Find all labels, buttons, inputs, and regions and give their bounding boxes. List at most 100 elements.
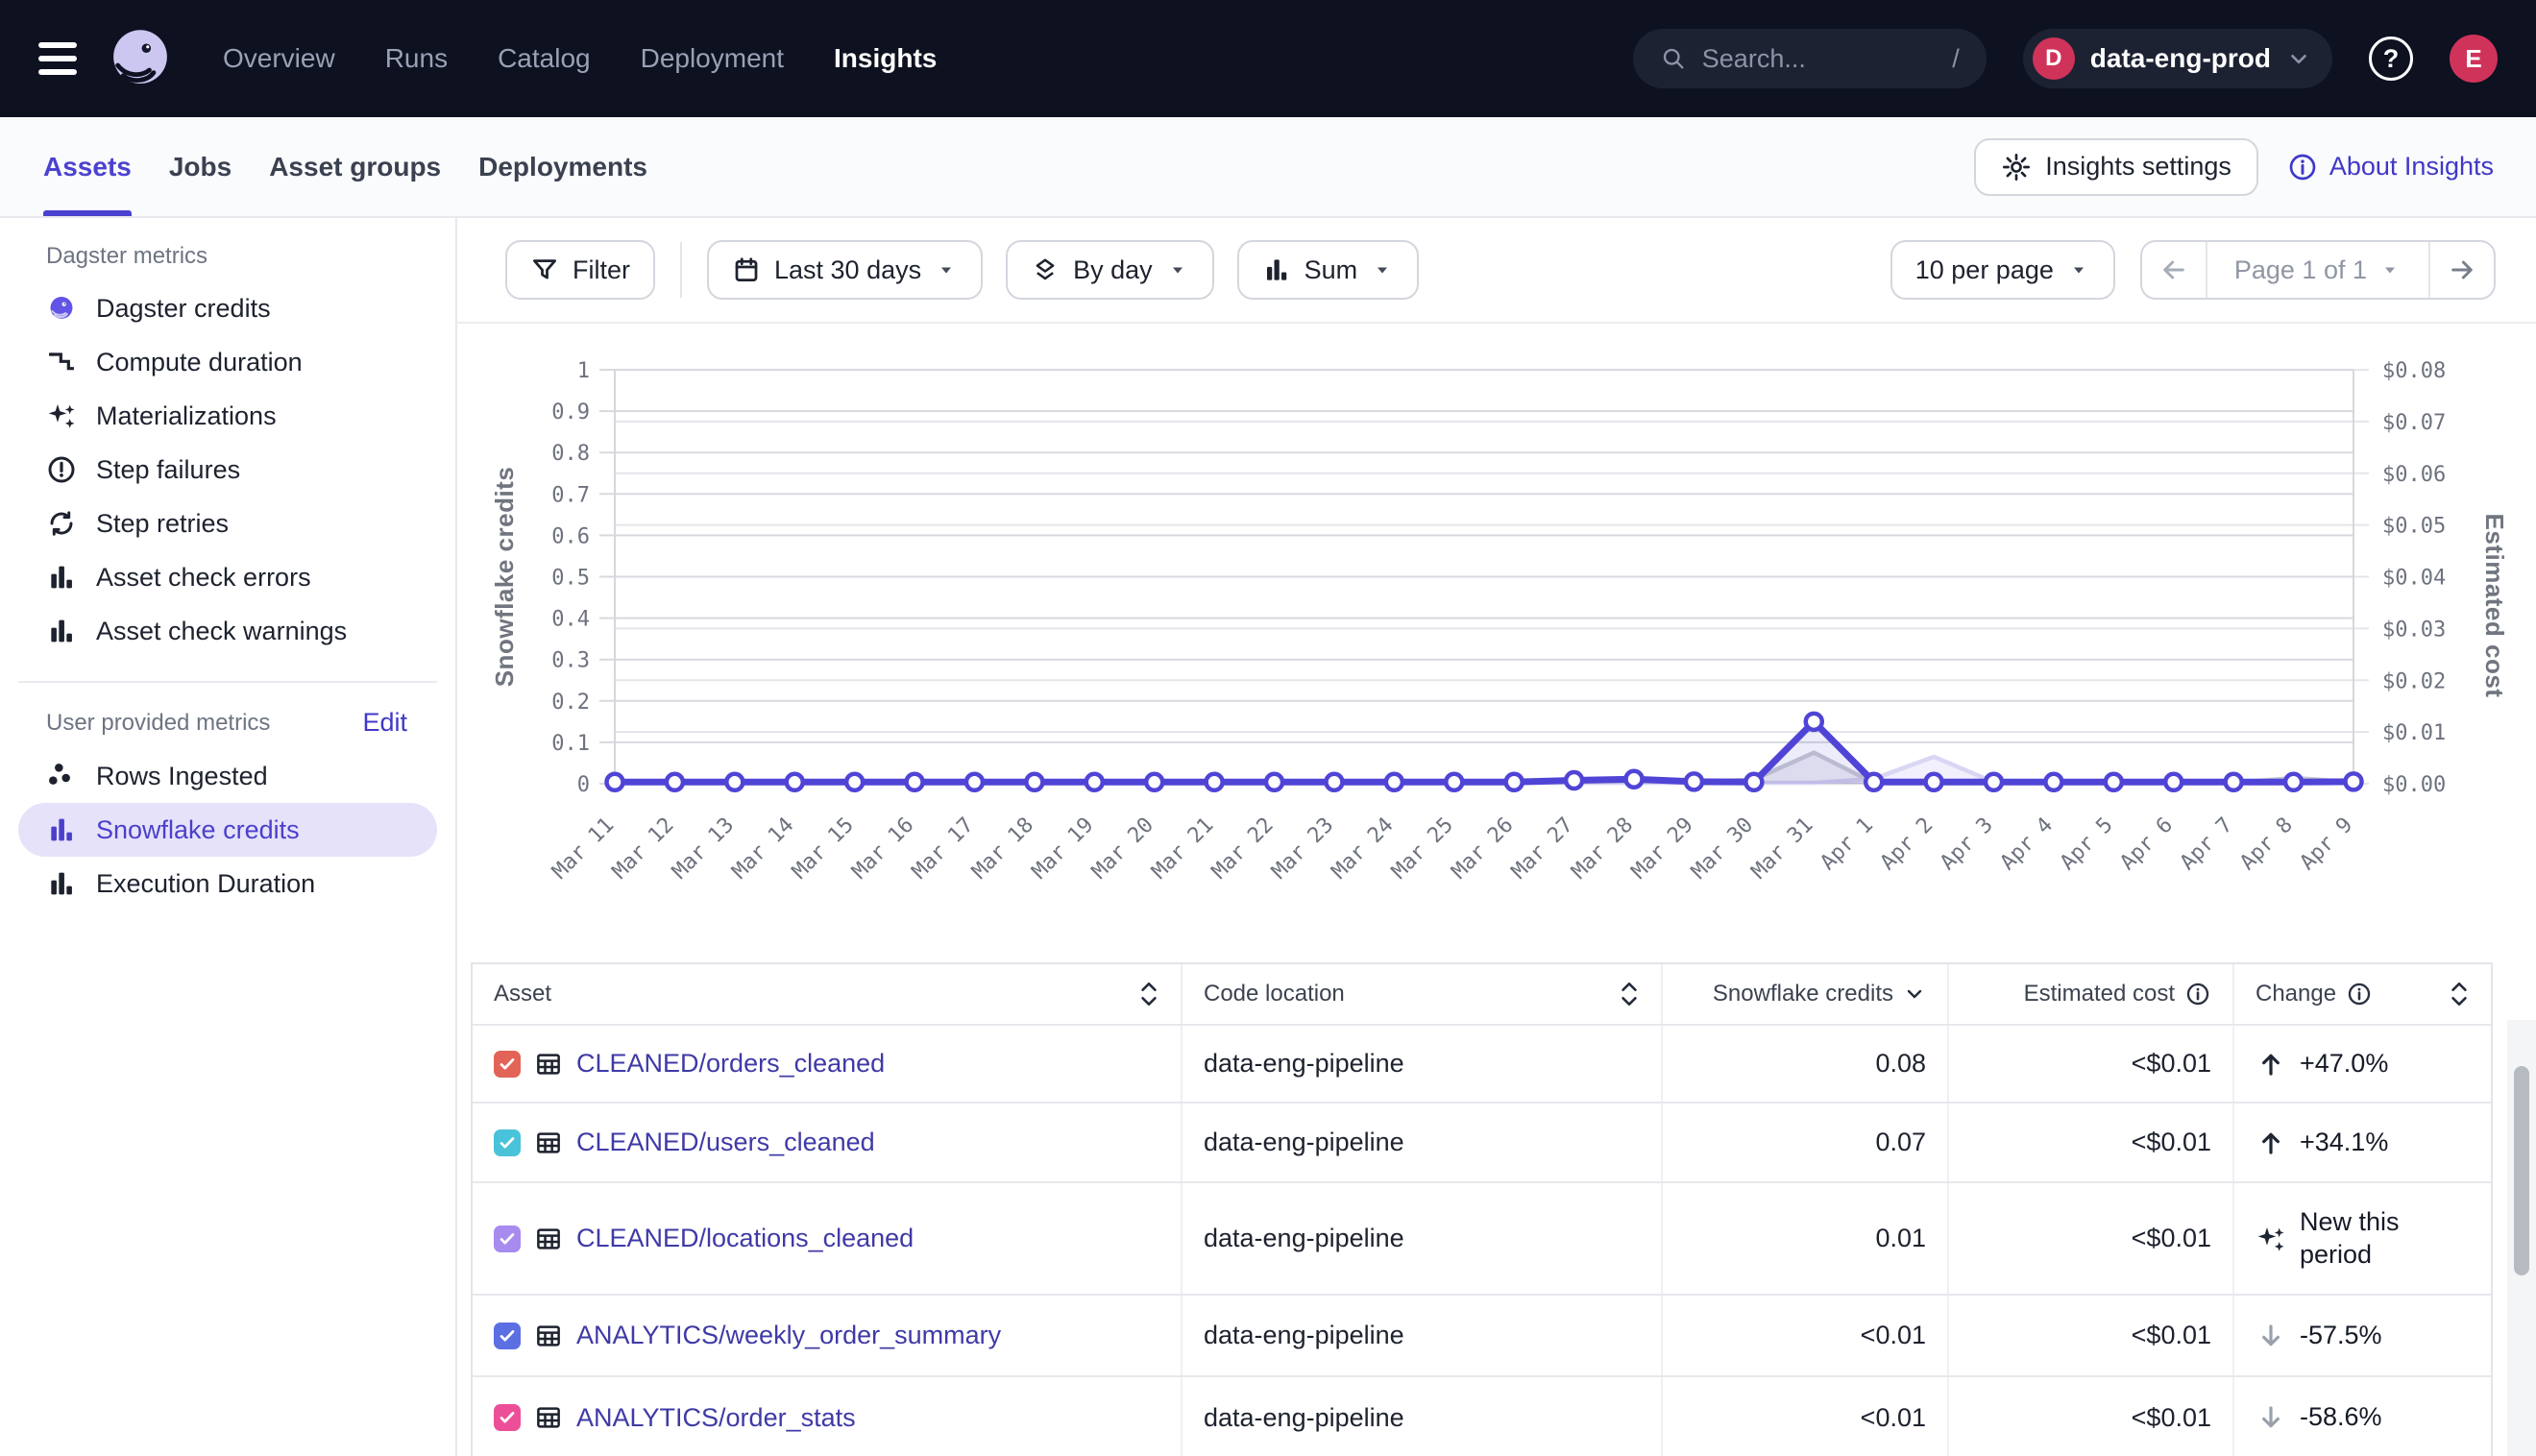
arrow-right-icon [2447, 255, 2477, 285]
sidebar-item-materializations[interactable]: Materializations [0, 389, 455, 443]
per-page-button[interactable]: 10 per page [1890, 240, 2115, 300]
about-insights-link[interactable]: About Insights [2287, 152, 2494, 182]
series-marker [1926, 774, 1942, 790]
table-row: CLEANED/locations_cleaneddata-eng-pipeli… [473, 1181, 2491, 1294]
nav-link-runs[interactable]: Runs [385, 43, 448, 74]
info-icon [2346, 981, 2373, 1007]
tab-label: Jobs [169, 152, 232, 182]
previous-page-button[interactable] [2142, 242, 2206, 298]
series-checkbox[interactable] [494, 1323, 521, 1349]
tabbar-right: Insights settings About Insights [1974, 138, 2494, 196]
sidebar-item-asset-check-warnings[interactable]: Asset check warnings [0, 604, 455, 658]
series-marker [1386, 774, 1402, 790]
snowflake-credits-cell: <0.01 [1663, 1296, 1949, 1375]
vertical-scrollbar[interactable] [2507, 1020, 2536, 1456]
tab-asset-groups[interactable]: Asset groups [269, 117, 441, 216]
series-marker [1986, 774, 2002, 790]
sidebar-item-rows-ingested[interactable]: Rows Ingested [0, 749, 455, 803]
search-box[interactable]: / [1633, 29, 1987, 88]
estimated-cost-cell: <$0.01 [1949, 1377, 2234, 1456]
sidebar-item-step-retries[interactable]: Step retries [0, 497, 455, 550]
right-axis-tick-label: $0.06 [2382, 463, 2446, 487]
asset-link[interactable]: ANALYTICS/weekly_order_summary [576, 1321, 1001, 1350]
series-checkbox[interactable] [494, 1129, 521, 1156]
code-location-cell: data-eng-pipeline [1183, 1026, 1663, 1102]
tab-deployments[interactable]: Deployments [478, 117, 647, 216]
hamburger-menu-icon[interactable] [38, 42, 77, 75]
sort-both-icon [1619, 980, 1640, 1008]
series-marker [2346, 773, 2362, 789]
sidebar-item-execution-duration[interactable]: Execution Duration [0, 857, 455, 910]
nav-link-insights[interactable]: Insights [834, 43, 937, 74]
per-page-label: 10 per page [1915, 255, 2054, 285]
tab-label: Deployments [478, 152, 647, 182]
right-axis-tick-label: $0.07 [2382, 411, 2446, 435]
asset-link[interactable]: ANALYTICS/order_stats [576, 1403, 856, 1433]
user-avatar[interactable]: E [2450, 35, 2498, 83]
x-axis-tick-label: Mar 14 [728, 813, 799, 885]
insights-settings-button[interactable]: Insights settings [1974, 138, 2258, 196]
x-axis-tick-label: Apr 3 [1936, 813, 1998, 876]
column-header-estimated-cost[interactable]: Estimated cost [1949, 964, 2234, 1024]
right-axis-tick-label: $0.02 [2382, 669, 2446, 693]
x-axis-tick-label: Mar 23 [1267, 813, 1338, 885]
funnel-icon [530, 255, 559, 284]
column-header-label: Code location [1204, 981, 1345, 1007]
column-header-asset[interactable]: Asset [473, 964, 1183, 1024]
series-marker [1865, 774, 1882, 790]
retry-icon [46, 508, 77, 539]
table-grid-icon [534, 1128, 563, 1157]
left-axis-tick-label: 0.1 [551, 732, 590, 756]
code-location-cell: data-eng-pipeline [1183, 1296, 1663, 1375]
series-checkbox[interactable] [494, 1225, 521, 1252]
page-indicator[interactable]: Page 1 of 1 [2206, 242, 2430, 298]
date-range-label: Last 30 days [774, 255, 921, 285]
series-checkbox[interactable] [494, 1404, 521, 1431]
tab-label: Assets [43, 152, 132, 182]
series-checkbox[interactable] [494, 1051, 521, 1078]
dots-icon [46, 761, 77, 791]
column-header-snowflake-credits[interactable]: Snowflake credits [1663, 964, 1949, 1024]
column-header-change[interactable]: Change [2234, 964, 2491, 1024]
group-by-button[interactable]: By day [1006, 240, 1214, 300]
edit-metrics-link[interactable]: Edit [362, 708, 407, 738]
snowflake-credits-cell: 0.01 [1663, 1183, 1949, 1294]
user-metrics-heading: User provided metrics [46, 710, 270, 737]
deployment-switcher[interactable]: D data-eng-prod [2023, 29, 2332, 88]
estimated-cost-cell: <$0.01 [1949, 1296, 2234, 1375]
x-axis-tick-label: Mar 13 [668, 813, 739, 885]
tab-assets[interactable]: Assets [43, 117, 132, 216]
aggregation-button[interactable]: Sum [1237, 240, 1420, 300]
right-axis-tick-label: $0.08 [2382, 359, 2446, 383]
deployment-avatar: D [2033, 37, 2075, 80]
filter-button[interactable]: Filter [505, 240, 655, 300]
nav-link-deployment[interactable]: Deployment [641, 43, 784, 74]
nav-link-overview[interactable]: Overview [223, 43, 335, 74]
date-range-button[interactable]: Last 30 days [707, 240, 983, 300]
column-header-code-location[interactable]: Code location [1183, 964, 1663, 1024]
sidebar-item-step-failures[interactable]: Step failures [0, 443, 455, 497]
sidebar-item-snowflake-credits[interactable]: Snowflake credits [18, 803, 437, 857]
scrollbar-thumb[interactable] [2514, 1066, 2529, 1275]
nav-link-catalog[interactable]: Catalog [498, 43, 591, 74]
series-marker [1745, 774, 1762, 790]
column-header-label: Asset [494, 981, 551, 1007]
snowflake-credits-cell: 0.07 [1663, 1104, 1949, 1181]
tab-jobs[interactable]: Jobs [169, 117, 232, 216]
asset-link[interactable]: CLEANED/orders_cleaned [576, 1049, 885, 1079]
asset-cell: ANALYTICS/order_stats [473, 1377, 1183, 1456]
asset-link[interactable]: CLEANED/users_cleaned [576, 1128, 875, 1157]
table-row: ANALYTICS/weekly_order_summary data-eng-p… [473, 1294, 2491, 1375]
sidebar-item-compute-duration[interactable]: Compute duration [0, 335, 455, 389]
sidebar-item-dagster-credits[interactable]: Dagster credits [0, 281, 455, 335]
sparkles-icon [46, 400, 77, 431]
next-page-button[interactable] [2430, 242, 2494, 298]
asset-link[interactable]: CLEANED/locations_cleaned [576, 1224, 914, 1253]
series-marker [1326, 774, 1342, 790]
right-axis-tick-label: $0.00 [2382, 773, 2446, 797]
left-axis-tick-label: 0.7 [551, 483, 590, 507]
sidebar-item-asset-check-errors[interactable]: Asset check errors [0, 550, 455, 604]
help-icon[interactable]: ? [2369, 36, 2413, 81]
left-axis-tick-label: 0.2 [551, 691, 590, 715]
search-input[interactable] [1702, 44, 1937, 74]
